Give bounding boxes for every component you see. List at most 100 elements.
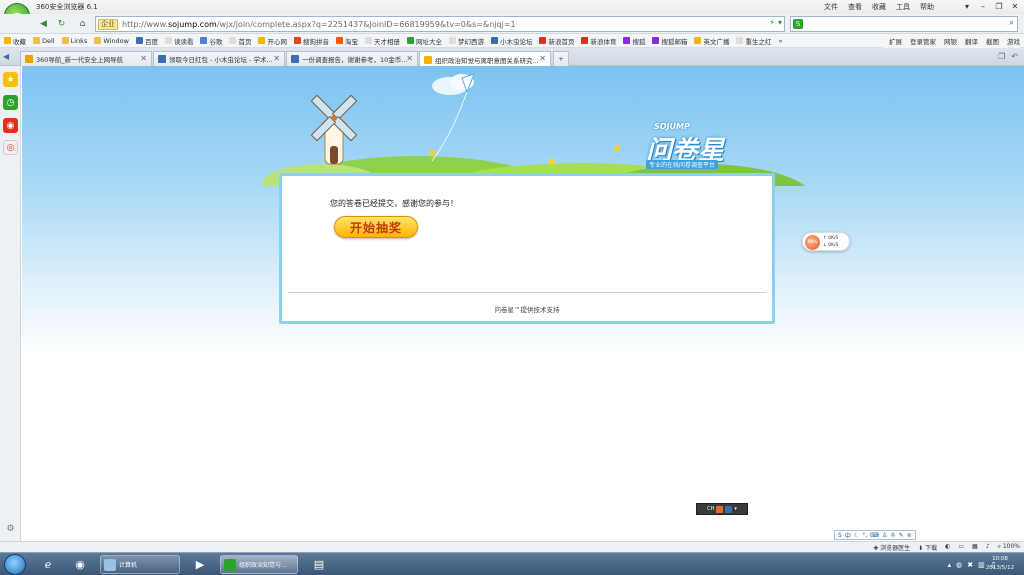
menu-view[interactable]: 查看 [848, 2, 862, 12]
search-input[interactable]: S ⌕ [790, 16, 1018, 32]
rss-icon[interactable]: ≋ [907, 532, 912, 539]
fav-more-button[interactable]: » [778, 37, 782, 45]
fav-item-sina[interactable]: 新浪首页 [539, 36, 574, 46]
online-banking-button[interactable]: 网银 [944, 36, 957, 46]
skin-menu-button[interactable]: ▾ [960, 0, 974, 12]
network-speed-widget[interactable]: 69% ↑ 0K/S ↓ 0K/S [802, 232, 850, 251]
compat-mode-icon[interactable]: ◐ [945, 543, 950, 552]
sound-icon[interactable]: ♪ [986, 543, 990, 552]
fav-item-taobao[interactable]: 淘宝 [335, 36, 358, 46]
fav-item-reborn[interactable]: 重生之红 [736, 36, 771, 46]
ime-mini-toolbar[interactable]: CH ▾ [696, 503, 748, 515]
tab-restore-icon[interactable]: ❐ [998, 52, 1005, 61]
extensions-button[interactable]: 扩展 [889, 36, 902, 46]
fav-item-kaixin[interactable]: 开心网 [258, 36, 287, 46]
tab-close-icon[interactable]: ✕ [273, 54, 280, 63]
sogou-ime-icon[interactable]: S [838, 532, 842, 539]
player-icon[interactable]: ▶ [186, 555, 214, 574]
search-engine-icon[interactable]: S [793, 19, 803, 29]
tool-icon[interactable]: ✎ [899, 532, 904, 539]
fav-item-album[interactable]: 天才相册 [364, 36, 400, 46]
task-computer[interactable]: 计算机 [100, 555, 180, 574]
ime-icon[interactable] [716, 505, 724, 513]
close-window-button[interactable]: ✕ [1008, 0, 1022, 12]
browser-doctor-button[interactable]: ✚ 浏览器医生 [873, 543, 910, 552]
tab-list-icon[interactable]: ◀ [3, 52, 9, 61]
menu-favorites[interactable]: 收藏 [872, 2, 886, 12]
tab-survey-report[interactable]: 一份调查报告，谢谢参考，10金币... ✕ [286, 51, 418, 66]
speed-mode-icon[interactable]: ⚡ [769, 18, 775, 27]
fav-item-sogou[interactable]: 搜狗拼音 [293, 36, 329, 46]
window-mode-icon[interactable]: ▭ [958, 543, 964, 552]
download-button[interactable]: ⬇ 下载 [918, 543, 937, 552]
punctuation-icon[interactable]: °, [862, 532, 867, 539]
clock-icon[interactable]: ◷ [3, 95, 18, 110]
fav-item-xiyou[interactable]: 梦幻西游 [448, 36, 484, 46]
target-icon[interactable]: ◎ [3, 140, 18, 155]
start-lottery-button[interactable]: 开始抽奖 [334, 216, 418, 238]
moon-icon[interactable]: ☾ [854, 532, 859, 539]
favorites-bar-tools: 扩展 登录管家 网银 翻译 截图 游戏 [883, 34, 1020, 48]
fav-item-read[interactable]: 读读看 [164, 36, 193, 46]
user-icon[interactable]: ♙ [882, 532, 887, 539]
back-arrow-icon[interactable]: ◀ [36, 17, 51, 31]
games-button[interactable]: 游戏 [1007, 36, 1020, 46]
url-field[interactable]: 企业 http://www.sojump.com/wjx/join/comple… [95, 16, 785, 32]
minimize-button[interactable]: – [976, 0, 990, 12]
keyboard-icon[interactable]: ⌨ [870, 532, 879, 539]
fav-item-sohu-mail[interactable]: 搜狐邮箱 [652, 36, 687, 46]
menu-tools[interactable]: 工具 [896, 2, 910, 12]
tab-active-survey[interactable]: 组织政治知觉与离职意图关系研究... ✕ [419, 51, 551, 67]
tab-360-nav[interactable]: 360导航_新一代安全上网导航 ✕ [20, 51, 152, 66]
fav-item-sohu[interactable]: 搜狐 [623, 36, 645, 46]
fav-item-muchong[interactable]: 小木虫论坛 [490, 36, 532, 46]
fav-item-baidu[interactable]: 百度 [135, 36, 158, 46]
translate-button[interactable]: 翻译 [965, 36, 978, 46]
tab-close-icon[interactable]: ✕ [140, 54, 147, 63]
login-manager-button[interactable]: 登录管家 [910, 36, 936, 46]
star-icon[interactable]: ★ [3, 72, 18, 87]
weibo-icon[interactable]: ◉ [3, 118, 18, 133]
menu-help[interactable]: 帮助 [920, 2, 934, 12]
restore-button[interactable]: ❐ [992, 0, 1006, 12]
tray-security-icon[interactable]: ✖ [967, 561, 973, 569]
tray-360-icon[interactable]: ◍ [956, 561, 962, 569]
refresh-icon[interactable]: ↻ [54, 17, 69, 31]
ie-icon[interactable]: ℯ [34, 555, 62, 574]
tab-close-icon[interactable]: ✕ [539, 54, 546, 63]
taskbar-clock[interactable]: 10:08 2013/5/12 [980, 555, 1020, 573]
fav-item-home[interactable]: 首页 [229, 36, 251, 46]
media-player-icon[interactable]: ◉ [66, 555, 94, 574]
ime-toolbar[interactable]: S 中 ☾ °, ⌨ ♙ ♔ ✎ ≋ [834, 530, 916, 540]
fav-item-hao[interactable]: 网址大全 [406, 36, 442, 46]
fav-item-favorites[interactable]: 收藏 [4, 36, 26, 46]
fav-item-sina-sports[interactable]: 新浪体育 [581, 36, 616, 46]
chinese-mode-icon[interactable]: 中 [845, 531, 851, 540]
fav-item-radio[interactable]: 英文广播 [694, 36, 729, 46]
sidebar: ★ ◷ ◉ ◎ ⚙ [0, 66, 21, 552]
help-icon[interactable] [725, 505, 733, 513]
fav-item-dell[interactable]: Dell [33, 37, 55, 45]
fav-item-google[interactable]: 谷歌 [200, 36, 222, 46]
tab-close-icon[interactable]: ✕ [406, 54, 413, 63]
security-tag[interactable]: 企业 [98, 18, 118, 30]
zoom-button[interactable]: ⌕ 100% [998, 543, 1020, 552]
undo-close-icon[interactable]: ↶ [1011, 52, 1018, 61]
menu-file[interactable]: 文件 [824, 2, 838, 12]
calculator-icon[interactable]: ▤ [305, 555, 333, 574]
task-browser[interactable]: 组织政治知觉与... [220, 555, 298, 574]
home-icon[interactable]: ⌂ [75, 17, 90, 31]
new-tab-button[interactable]: + [553, 51, 569, 66]
tray-expand-icon[interactable]: ▴ [948, 561, 952, 569]
fav-item-links[interactable]: Links [61, 37, 87, 45]
fav-item-window[interactable]: Window [94, 37, 129, 45]
tab-muchong-redpacket[interactable]: 领取今日红包 - 小木虫论坛 - 学术... ✕ [153, 51, 285, 66]
start-button[interactable] [4, 554, 26, 575]
powered-by-footer[interactable]: 问卷星™提供技术支持 [282, 304, 772, 314]
skin-icon[interactable]: ♔ [890, 532, 895, 539]
grid-icon[interactable]: ▦ [972, 543, 978, 552]
url-dropdown-icon[interactable]: ▾ [778, 18, 782, 27]
screenshot-button[interactable]: 截图 [986, 36, 999, 46]
ime-options-icon[interactable]: ▾ [734, 506, 737, 512]
search-icon[interactable]: ⌕ [1009, 18, 1014, 28]
